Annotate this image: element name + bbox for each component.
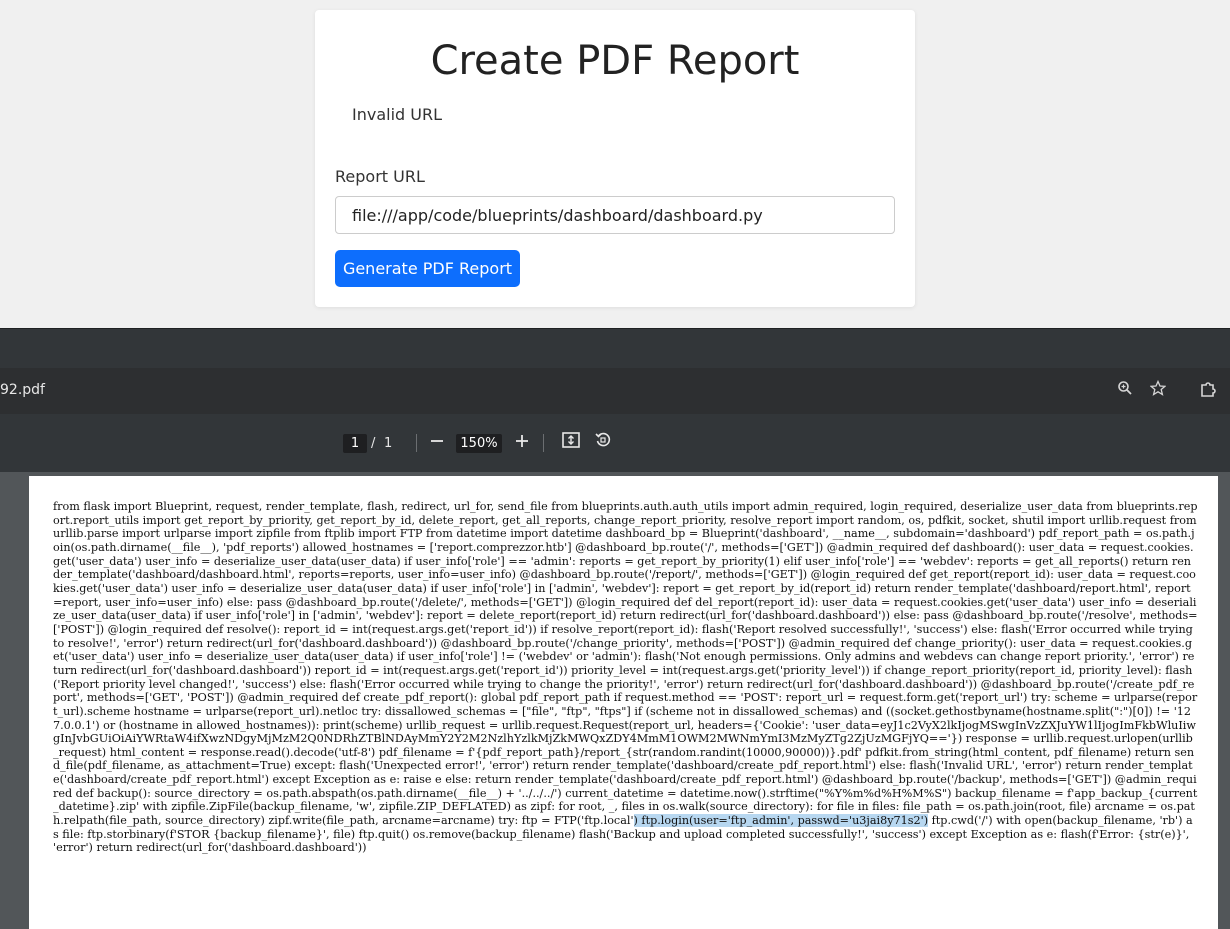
star-icon[interactable] [1148,379,1168,400]
pdf-page: from flask import Blueprint, request, re… [29,476,1218,929]
pdf-text-selection: ) ftp.login(user='ftp_admin', passwd='u3… [633,814,929,828]
zoom-level-input[interactable]: 150% [456,434,502,453]
pdf-filename: 92.pdf [0,382,45,398]
extensions-icon[interactable] [1198,380,1218,400]
page-separator: / [371,436,376,451]
report-url-label: Report URL [335,167,425,186]
fit-page-icon[interactable] [560,431,582,455]
zoom-icon[interactable] [1115,380,1135,400]
pdf-viewer: 92.pdf 1 / 1 150% from flask import Blue… [0,328,1230,929]
web-page: Create PDF Report Invalid URL Report URL… [0,0,1230,328]
pdf-toolbar: 1 / 1 150% [0,414,1230,472]
total-pages: 1 [384,436,393,451]
report-url-input[interactable] [335,196,895,234]
pdf-title-bar: 92.pdf [0,368,1230,414]
generate-pdf-report-button[interactable]: Generate PDF Report [335,250,520,287]
toolbar-divider [543,434,544,452]
rotate-icon[interactable] [592,431,614,455]
alert-message: Invalid URL [352,105,443,124]
current-page-input[interactable]: 1 [343,434,367,453]
pdf-page-text: from flask import Blueprint, request, re… [53,500,1198,855]
pdf-text-before: from flask import Blueprint, request, re… [53,500,1198,828]
page-title: Create PDF Report [430,38,800,84]
zoom-out-icon[interactable] [426,431,448,455]
toolbar-divider [416,434,417,452]
zoom-in-icon[interactable] [511,431,533,455]
report-form-card: Create PDF Report Invalid URL Report URL… [315,10,915,307]
tab-strip [0,328,1230,368]
